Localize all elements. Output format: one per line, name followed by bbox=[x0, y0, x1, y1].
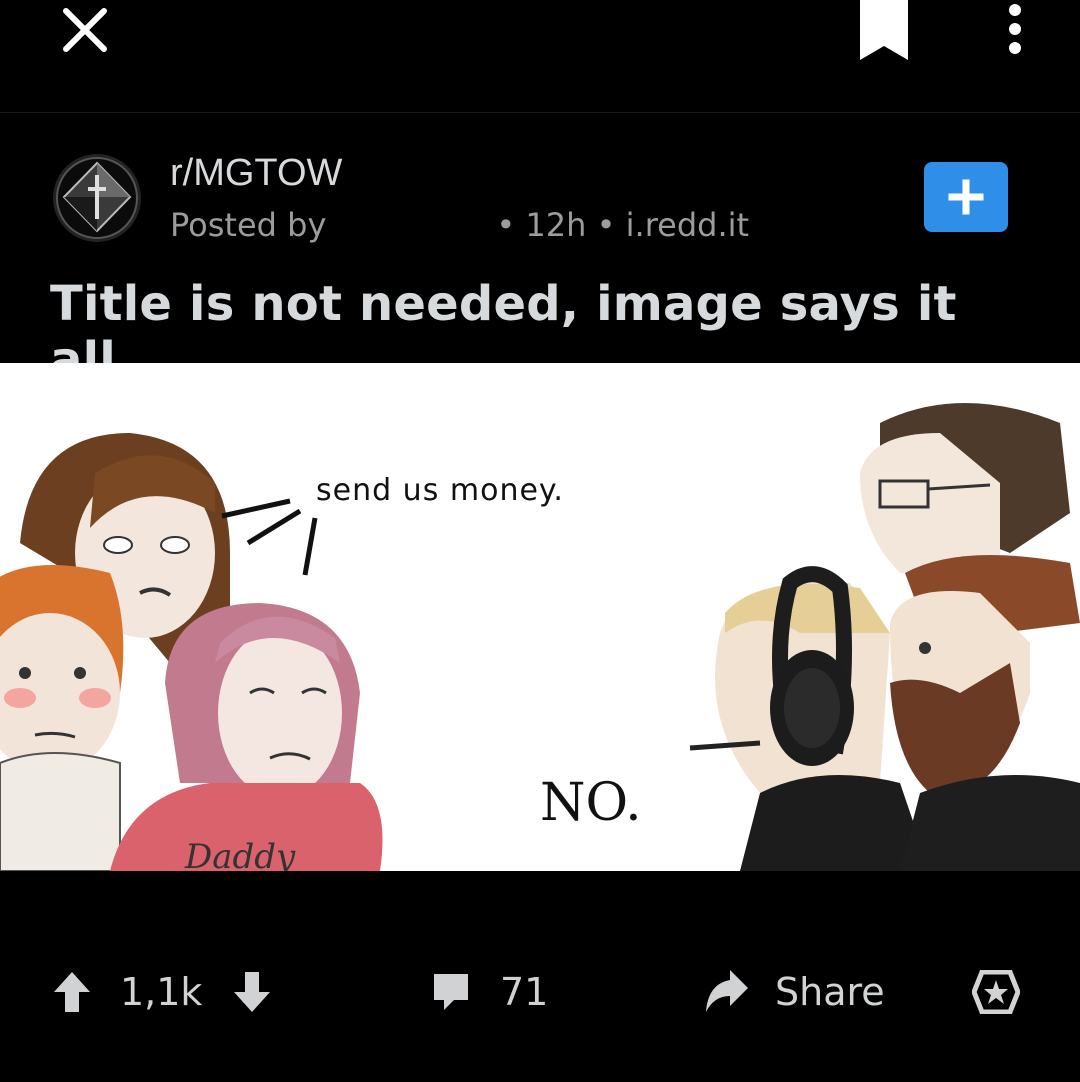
plus-icon bbox=[948, 179, 984, 215]
post-image[interactable]: Daddy send us money. NO. bbox=[0, 363, 1080, 871]
subreddit-avatar[interactable] bbox=[52, 153, 142, 243]
join-button[interactable] bbox=[924, 162, 1008, 232]
post-domain[interactable]: • i.redd.it bbox=[597, 206, 749, 244]
share-button[interactable]: Share bbox=[775, 970, 885, 1014]
bookmark-icon[interactable] bbox=[856, 0, 912, 62]
downvote-icon[interactable] bbox=[232, 970, 272, 1014]
post-action-bar: 1,1k 71 Share bbox=[0, 940, 1080, 1050]
share-icon[interactable] bbox=[702, 968, 750, 1014]
post-meta: Posted by • 12h • i.redd.it bbox=[170, 206, 749, 244]
comment-icon[interactable] bbox=[430, 970, 472, 1012]
more-vertical-icon[interactable] bbox=[1000, 0, 1030, 60]
subreddit-name[interactable]: r/MGTOW bbox=[170, 152, 342, 195]
posted-by-label: Posted by bbox=[170, 206, 327, 244]
meme-right-caption: NO. bbox=[540, 773, 642, 833]
vote-score: 1,1k bbox=[120, 970, 203, 1014]
top-bar bbox=[0, 0, 1080, 113]
meme-left-caption: send us money. bbox=[316, 473, 564, 508]
upvote-icon[interactable] bbox=[52, 970, 92, 1014]
post-age: • 12h bbox=[496, 206, 587, 244]
award-icon[interactable] bbox=[972, 970, 1020, 1014]
close-icon[interactable] bbox=[60, 5, 110, 55]
comment-count[interactable]: 71 bbox=[500, 970, 548, 1014]
shirt-text: Daddy bbox=[184, 837, 296, 871]
